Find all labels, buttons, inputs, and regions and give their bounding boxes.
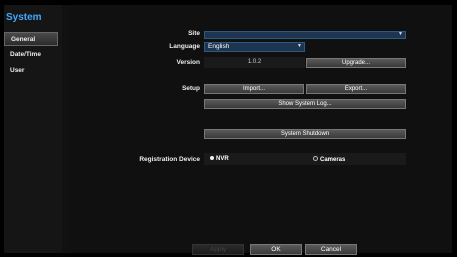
sidebar-item-date-time[interactable]: Date/Time	[4, 47, 58, 61]
language-select[interactable]: English ▼	[204, 42, 305, 52]
import-button[interactable]: Import...	[204, 84, 304, 94]
chevron-down-icon: ▼	[297, 43, 302, 49]
radio-cameras-label: Cameras	[320, 157, 346, 163]
language-label: Language	[169, 43, 200, 50]
radio-nvr-label: NVR	[216, 156, 229, 162]
version-label: Version	[176, 59, 200, 66]
site-input[interactable]: ▼	[204, 31, 406, 39]
show-system-log-button[interactable]: Show System Log...	[204, 99, 406, 109]
registration-device-label: Registration Device	[139, 156, 200, 163]
system-shutdown-button[interactable]: System Shutdown	[204, 129, 406, 139]
version-value: 1.0.2	[247, 59, 262, 65]
sidebar-item-label: User	[10, 66, 25, 74]
radio-cameras[interactable]: Cameras	[313, 156, 345, 163]
radio-nvr[interactable]: NVR	[210, 156, 229, 162]
ok-button[interactable]: OK	[250, 244, 302, 255]
upgrade-button[interactable]: Upgrade...	[306, 58, 406, 68]
sidebar-item-label: Date/Time	[10, 50, 41, 58]
sidebar-item-general[interactable]: General	[4, 32, 58, 46]
site-label: Site	[188, 30, 200, 37]
cancel-button[interactable]: Cancel	[305, 244, 357, 255]
export-button[interactable]: Export...	[306, 84, 406, 94]
apply-button[interactable]: Apply	[192, 244, 244, 255]
setup-label: Setup	[181, 85, 200, 92]
sidebar-item-label: General	[11, 35, 36, 43]
chevron-down-icon: ▼	[398, 31, 403, 37]
registration-panel	[204, 153, 406, 165]
language-value: English	[208, 43, 230, 50]
radio-unselected-icon	[313, 156, 318, 161]
radio-selected-icon	[210, 156, 214, 160]
sidebar-title: System	[6, 12, 42, 23]
sidebar-item-user[interactable]: User	[4, 63, 58, 77]
